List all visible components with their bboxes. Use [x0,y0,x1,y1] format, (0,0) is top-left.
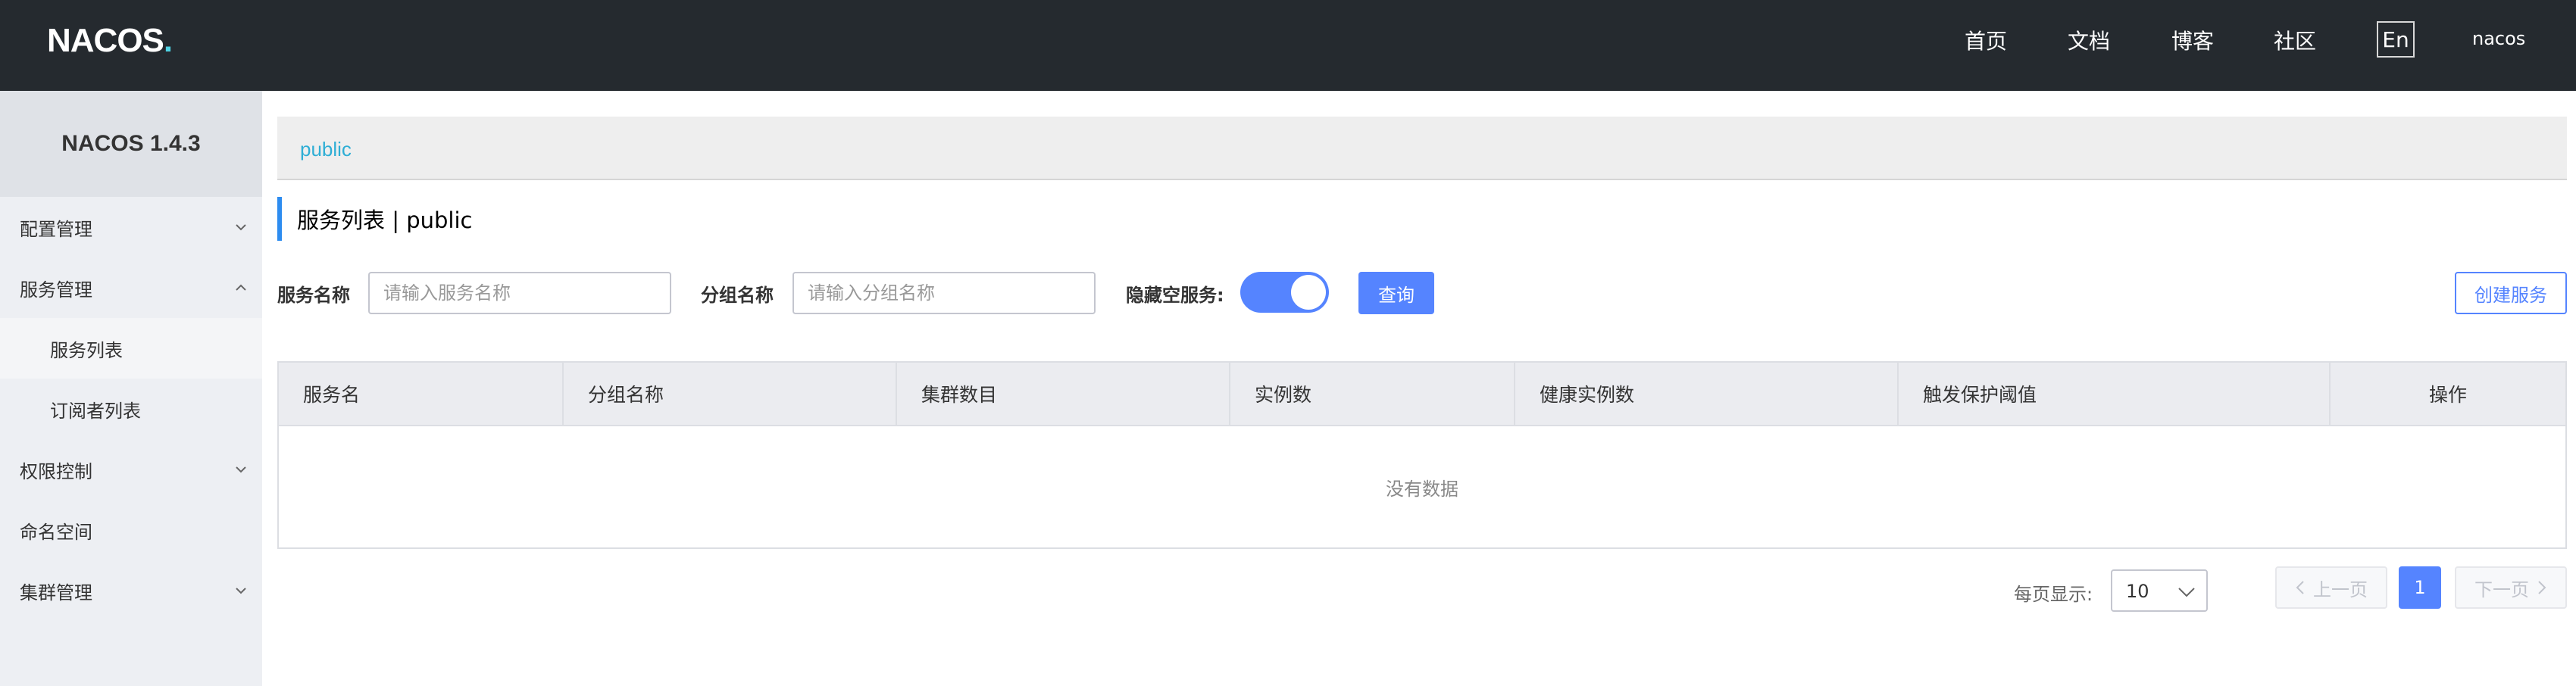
group-name-input[interactable] [792,272,1096,314]
nacos-logo[interactable]: NACOS. [47,20,173,62]
logo-text: NACOS [47,22,164,59]
chevron-left-icon [2296,581,2304,594]
sidebar-item-label: 订阅者列表 [50,400,141,422]
sidebar-item-label: 服务列表 [50,339,123,361]
user-menu[interactable]: nacos [2472,28,2525,49]
namespace-tab-public[interactable]: public [300,138,352,161]
language-switch-button[interactable]: En [2377,21,2415,58]
create-service-button[interactable]: 创建服务 [2455,272,2567,314]
query-button[interactable]: 查询 [1358,272,1434,314]
nav-home[interactable]: 首页 [1965,25,2007,55]
toggle-knob [1291,275,1326,310]
top-header: NACOS. 首页 文档 博客 社区 En nacos [0,0,2576,91]
sidebar-item-cluster-management[interactable]: 集群管理 [0,560,262,621]
sidebar-item-label: 配置管理 [20,218,92,240]
version-title: NACOS 1.4.3 [0,91,262,197]
prev-page-button[interactable]: 上一页 [2275,566,2387,609]
sidebar-item-access-control[interactable]: 权限控制 [0,439,262,500]
service-name-label: 服务名称 [277,285,350,306]
chevron-right-icon [2538,581,2546,594]
sidebar-item-label: 命名空间 [20,521,92,543]
sidebar-item-label: 集群管理 [20,582,92,603]
chevron-down-icon [236,588,246,594]
logo-dot: . [163,22,173,59]
service-table: 服务名 分组名称 集群数目 实例数 健康实例数 触发保护阈值 操作 没有数据 [277,361,2567,549]
sidebar-item-label: 服务管理 [20,279,92,301]
chevron-up-icon [236,284,246,291]
empty-state-text: 没有数据 [1386,478,1458,500]
sidebar-item-service-management[interactable]: 服务管理 [0,257,262,318]
chevron-down-icon [236,466,246,473]
service-name-input[interactable] [368,272,671,314]
column-header-group-name: 分组名称 [564,363,897,425]
next-page-button[interactable]: 下一页 [2455,566,2567,609]
column-header-service-name: 服务名 [279,363,564,425]
next-page-label: 下一页 [2474,578,2529,600]
sidebar-item-label: 权限控制 [20,460,92,482]
column-header-cluster-count: 集群数目 [897,363,1230,425]
column-header-actions: 操作 [2428,384,2467,406]
nav-community[interactable]: 社区 [2274,25,2316,55]
nav-docs[interactable]: 文档 [2068,25,2110,55]
table-header: 服务名 分组名称 集群数目 实例数 健康实例数 触发保护阈值 操作 [279,363,2565,426]
column-header-healthy-instances: 健康实例数 [1515,363,1899,425]
hide-empty-label: 隐藏空服务: [1126,285,1224,306]
prev-page-label: 上一页 [2313,578,2368,600]
column-header-instance-count: 实例数 [1230,363,1515,425]
page-title: 服务列表 | public [277,197,472,241]
namespace-bar: public [277,117,2567,180]
column-header-protect-threshold: 触发保护阈值 [1899,363,2331,425]
sidebar-item-namespace[interactable]: 命名空间 [0,500,262,560]
hide-empty-toggle[interactable] [1240,272,1329,313]
page-size-label: 每页显示: [2014,584,2093,605]
sidebar-item-subscriber-list[interactable]: 订阅者列表 [0,379,262,439]
page-size-value: 10 [2126,581,2149,602]
sidebar: NACOS 1.4.3 配置管理 服务管理 服务列表 订阅者列表 权限控制 命名… [0,91,262,686]
page-1-button[interactable]: 1 [2399,566,2441,609]
page-size-select[interactable]: 10 [2111,569,2208,612]
group-name-label: 分组名称 [701,285,774,306]
chevron-down-icon [2178,588,2195,597]
nav-blog[interactable]: 博客 [2171,25,2214,55]
sidebar-item-service-list[interactable]: 服务列表 [0,318,262,379]
sidebar-item-config-management[interactable]: 配置管理 [0,197,262,257]
chevron-down-icon [236,224,246,231]
